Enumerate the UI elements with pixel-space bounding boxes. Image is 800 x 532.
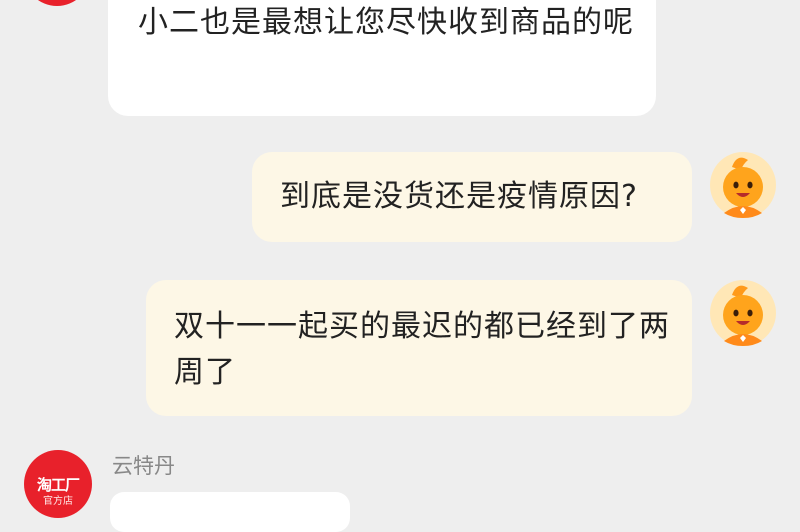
shop-avatar-previous[interactable]: [24, 0, 90, 6]
shop-logo-subtext: 官方店: [43, 496, 73, 507]
shop-avatar[interactable]: 淘工厂 官方店: [24, 450, 92, 518]
orange-mascot-icon: [710, 280, 776, 346]
taogongchang-logo-icon: 淘工厂: [36, 476, 80, 494]
message-text: 双十一一起买的最迟的都已经到了两周了: [174, 309, 670, 390]
message-bubble-outgoing[interactable]: 双十一一起买的最迟的都已经到了两周了: [146, 280, 692, 416]
user-avatar[interactable]: [710, 280, 776, 346]
orange-mascot-icon: [710, 152, 776, 218]
message-text: 到底是没货还是疫情原因?: [280, 179, 638, 214]
message-text: 小二也是最想让您尽快收到商品的呢: [138, 5, 634, 40]
message-bubble-incoming[interactable]: 小二也是最想让您尽快收到商品的呢: [108, 0, 656, 116]
message-bubble-outgoing[interactable]: 到底是没货还是疫情原因?: [252, 152, 692, 242]
message-bubble-incoming[interactable]: [110, 492, 350, 532]
user-avatar[interactable]: [710, 152, 776, 218]
sender-name: 云特丹: [112, 454, 175, 478]
